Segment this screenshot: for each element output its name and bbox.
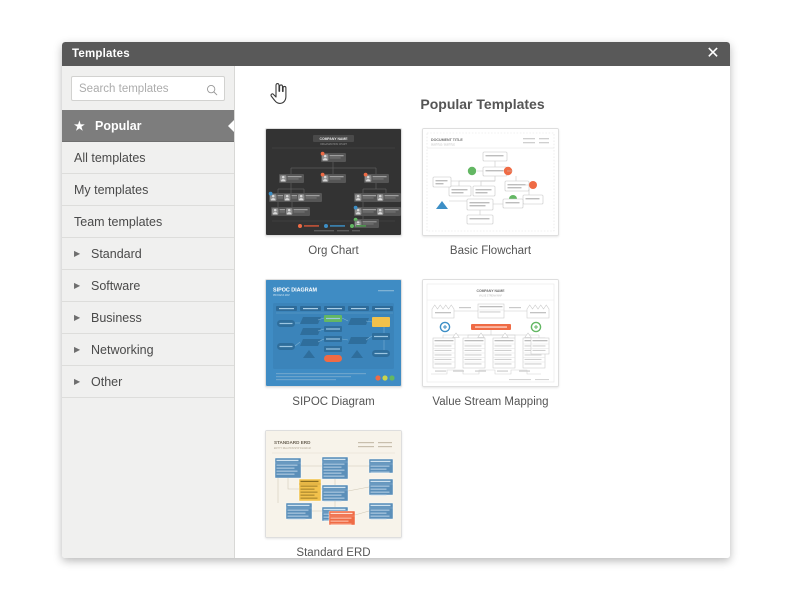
svg-text:COMPANY NAME: COMPANY NAME [477, 289, 506, 293]
sidebar-item-software[interactable]: ▶ Software [62, 270, 234, 302]
star-icon: ★ [74, 118, 85, 133]
chevron-right-icon[interactable]: ▶ [74, 281, 84, 290]
sidebar-item-label: Popular [95, 118, 142, 133]
chevron-right-icon[interactable]: ▶ [74, 345, 84, 354]
screen: Templates ✕ ★Popu [0, 0, 800, 600]
sidebar-item-label: All templates [74, 150, 146, 165]
template-thumbnail-sipoc-diagram[interactable]: SIPOC DIAGRAM PROCESS MAP [265, 278, 402, 387]
svg-text:STANDARD ERD: STANDARD ERD [274, 440, 311, 445]
template-thumbnail-slot: COMPANY NAME VALUE STREAM MAP [412, 278, 569, 387]
template-grid: COMPANY NAME ORGANIZATION CHART Org Chart D… [235, 112, 730, 558]
sidebar-item-label: Software [91, 278, 141, 293]
template-label: Value Stream Mapping [432, 395, 549, 408]
content-pane: Popular Templates COMPANY NAME ORGANIZATI… [235, 66, 730, 558]
sidebar-item-networking[interactable]: ▶ Networking [62, 334, 234, 366]
search-box[interactable] [71, 76, 225, 101]
sidebar-item-label: Business [91, 310, 142, 325]
page-title: Popular Templates [420, 96, 545, 112]
template-card[interactable]: STANDARD ERD ENTITY RELATIONSHIP DIAGRAM S… [255, 429, 412, 558]
sidebar-item-label: My templates [74, 182, 149, 197]
svg-text:SIPOC DIAGRAM: SIPOC DIAGRAM [273, 287, 318, 293]
sidebar-item-label: Team templates [74, 214, 163, 229]
svg-text:VALUE STREAM MAP: VALUE STREAM MAP [479, 294, 503, 297]
sidebar-item-other[interactable]: ▶ Other [62, 366, 234, 398]
chevron-right-icon[interactable]: ▶ [74, 377, 84, 386]
template-label: Standard ERD [296, 546, 371, 558]
template-thumbnail-slot: DOCUMENT TITLE SUBTITLE / SUBTITLE [412, 128, 569, 236]
svg-text:ENTITY RELATIONSHIP DIAGRAM: ENTITY RELATIONSHIP DIAGRAM [274, 447, 311, 450]
template-thumbnail-org-chart[interactable]: COMPANY NAME ORGANIZATION CHART [265, 128, 402, 236]
templates-dialog: Templates ✕ ★Popu [62, 42, 730, 558]
dialog-body: ★ Popular All templates My templates Team te… [62, 66, 730, 558]
sidebar-item-label: Other [91, 374, 123, 389]
svg-text:PROCESS MAP: PROCESS MAP [273, 294, 290, 297]
search-input[interactable] [72, 77, 224, 100]
template-thumbnail-slot: STANDARD ERD ENTITY RELATIONSHIP DIAGRAM [255, 429, 412, 538]
sidebar-item-team-templates[interactable]: Team templates [62, 206, 234, 238]
template-label: SIPOC Diagram [292, 395, 375, 408]
template-thumbnail-standard-erd[interactable]: STANDARD ERD ENTITY RELATIONSHIP DIAGRAM [265, 429, 402, 538]
close-icon[interactable]: ✕ [696, 42, 730, 66]
template-thumbnail-basic-flowchart[interactable]: DOCUMENT TITLE SUBTITLE / SUBTITLE [422, 128, 559, 236]
sidebar-item-all-templates[interactable]: All templates [62, 142, 234, 174]
search-container [62, 66, 234, 110]
svg-text:ORGANIZATION CHART: ORGANIZATION CHART [320, 143, 347, 146]
svg-text:DOCUMENT TITLE: DOCUMENT TITLE [431, 138, 463, 142]
template-thumbnail-slot: COMPANY NAME ORGANIZATION CHART [255, 128, 412, 236]
sidebar-nav: ★ Popular All templates My templates Team te… [62, 110, 234, 398]
template-label: Org Chart [308, 245, 359, 257]
template-card[interactable]: DOCUMENT TITLE SUBTITLE / SUBTITLE Basic F… [412, 128, 569, 259]
dialog-title: Templates [72, 48, 130, 60]
template-thumbnail-slot: SIPOC DIAGRAM PROCESS MAP [255, 278, 412, 387]
sidebar-item-business[interactable]: ▶ Business [62, 302, 234, 334]
template-card[interactable]: COMPANY NAME ORGANIZATION CHART Org Chart [255, 128, 412, 259]
sidebar-item-standard[interactable]: ▶ Standard [62, 238, 234, 270]
sidebar-item-my-templates[interactable]: My templates [62, 174, 234, 206]
chevron-right-icon[interactable]: ▶ [74, 249, 84, 258]
sidebar-item-popular[interactable]: ★ Popular [62, 110, 234, 142]
template-thumbnail-value-stream-mapping[interactable]: COMPANY NAME VALUE STREAM MAP [422, 278, 559, 387]
sidebar-item-label: Networking [91, 342, 154, 357]
template-label: Basic Flowchart [449, 245, 532, 257]
svg-text:SUBTITLE / SUBTITLE: SUBTITLE / SUBTITLE [431, 145, 455, 147]
dialog-titlebar: Templates ✕ [62, 42, 730, 66]
svg-text:COMPANY NAME: COMPANY NAME [320, 137, 349, 141]
template-card[interactable]: SIPOC DIAGRAM PROCESS MAP SIPOC Diagram [255, 278, 412, 410]
template-card[interactable]: COMPANY NAME VALUE STREAM MAP Value Stream… [412, 278, 569, 410]
chevron-right-icon[interactable]: ▶ [74, 313, 84, 322]
search-icon [206, 83, 218, 95]
sidebar: ★ Popular All templates My templates Team te… [62, 66, 235, 558]
sidebar-item-label: Standard [91, 246, 142, 261]
